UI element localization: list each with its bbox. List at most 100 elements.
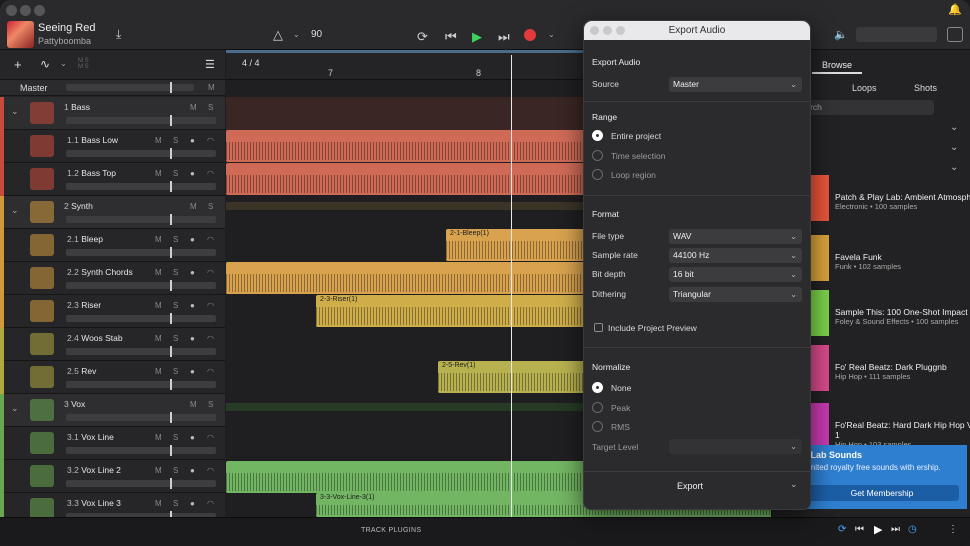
track-row[interactable]: 3.2 Vox Line 2 M S ● ◠ bbox=[0, 460, 225, 493]
minimize-window-button[interactable] bbox=[20, 5, 31, 16]
target-level-select[interactable]: ⌄ bbox=[669, 439, 802, 454]
mute-button[interactable]: M bbox=[155, 466, 162, 475]
range-loop-region-radio[interactable] bbox=[592, 169, 603, 180]
range-entire-project-radio[interactable] bbox=[592, 130, 603, 141]
loop-icon[interactable]: ⟳ bbox=[417, 29, 428, 45]
record-arm-icon[interactable]: ● bbox=[190, 499, 195, 508]
track-volume-fader[interactable] bbox=[66, 313, 216, 324]
dialog-zoom-button[interactable] bbox=[616, 26, 625, 35]
solo-button[interactable]: S bbox=[173, 367, 178, 376]
track-volume-fader[interactable] bbox=[66, 412, 216, 423]
track-volume-fader[interactable] bbox=[66, 148, 216, 159]
filter-icon[interactable]: ☰ bbox=[205, 58, 215, 71]
playhead[interactable] bbox=[511, 55, 512, 517]
search-input[interactable]: rch bbox=[804, 100, 934, 115]
sample-pack-item[interactable]: Sample This: 100 One-Shot Impact FX Foley… bbox=[835, 307, 970, 327]
record-arm-icon[interactable]: ● bbox=[190, 301, 195, 310]
record-arm-icon[interactable]: ● bbox=[190, 433, 195, 442]
filter-chevron-1-icon[interactable]: ⌄ bbox=[950, 122, 958, 133]
dithering-select[interactable]: Triangular ⌄ bbox=[669, 287, 802, 302]
metronome-chevron-icon[interactable]: ⌄ bbox=[293, 30, 300, 39]
track-row[interactable]: 1.1 Bass Low M S ● ◠ bbox=[0, 130, 225, 163]
mute-button[interactable]: M bbox=[155, 433, 162, 442]
dialog-close-button[interactable] bbox=[590, 26, 599, 35]
track-name[interactable]: 3.2 Vox Line 2 bbox=[67, 465, 121, 475]
track-row[interactable]: 2.4 Woos Stab M S ● ◠ bbox=[0, 328, 225, 361]
record-button[interactable] bbox=[524, 29, 536, 41]
solo-button[interactable]: S bbox=[173, 466, 178, 475]
tempo-value[interactable]: 90 bbox=[311, 29, 322, 40]
record-chevron-icon[interactable]: ⌄ bbox=[548, 30, 555, 39]
preview-forward-icon[interactable]: ⏭ bbox=[891, 524, 900, 535]
browse-tab[interactable]: Browse bbox=[822, 60, 852, 70]
export-button[interactable]: Export bbox=[584, 481, 796, 491]
mute-button[interactable]: M bbox=[155, 169, 162, 178]
record-arm-icon[interactable]: ● bbox=[190, 334, 195, 343]
filter-chevron-3-icon[interactable]: ⌄ bbox=[950, 162, 958, 173]
shots-tab[interactable]: Shots bbox=[914, 83, 937, 93]
mute-button[interactable]: M bbox=[155, 367, 162, 376]
automation-icon[interactable]: ∿ bbox=[40, 57, 50, 71]
solo-button[interactable]: S bbox=[173, 169, 178, 178]
preview-loop-icon[interactable]: ⟳ bbox=[838, 524, 846, 535]
source-select[interactable]: Master ⌄ bbox=[669, 77, 802, 92]
export-options-chevron-icon[interactable]: ⌄ bbox=[790, 479, 798, 490]
track-row[interactable]: 2.1 Bleep M S ● ◠ bbox=[0, 229, 225, 262]
mute-button[interactable]: M bbox=[190, 103, 197, 112]
track-volume-fader[interactable] bbox=[66, 346, 216, 357]
preview-back-icon[interactable]: ⏮ bbox=[855, 524, 864, 535]
track-row[interactable]: ⌄ 2 Synth M S bbox=[0, 196, 225, 229]
preview-play-icon[interactable]: ▶ bbox=[874, 523, 882, 536]
dialog-minimize-button[interactable] bbox=[603, 26, 612, 35]
metronome-icon[interactable]: △ bbox=[273, 27, 283, 43]
notification-bell-icon[interactable]: 🔔 bbox=[948, 3, 962, 16]
normalize-peak-radio[interactable] bbox=[592, 402, 603, 413]
record-arm-icon[interactable]: ● bbox=[190, 367, 195, 376]
solo-button[interactable]: S bbox=[173, 499, 178, 508]
song-artwork[interactable] bbox=[7, 21, 34, 48]
add-track-icon[interactable]: + bbox=[14, 57, 22, 72]
track-row[interactable]: ⌄ 3 Vox M S bbox=[0, 394, 225, 427]
record-arm-icon[interactable]: ● bbox=[190, 466, 195, 475]
preview-sync-icon[interactable]: ◷ bbox=[908, 524, 917, 535]
track-volume-fader[interactable] bbox=[66, 214, 216, 225]
solo-button[interactable]: S bbox=[173, 334, 178, 343]
master-volume-slider[interactable] bbox=[856, 27, 937, 42]
track-name[interactable]: 3 Vox bbox=[64, 399, 85, 409]
record-arm-icon[interactable]: ● bbox=[190, 268, 195, 277]
record-arm-icon[interactable]: ● bbox=[190, 235, 195, 244]
solo-button[interactable]: S bbox=[208, 103, 213, 112]
track-row[interactable]: 2.2 Synth Chords M S ● ◠ bbox=[0, 262, 225, 295]
filter-chevron-2-icon[interactable]: ⌄ bbox=[950, 142, 958, 153]
sample-pack-item[interactable]: Patch & Play Lab: Ambient Atmosphere Elec… bbox=[835, 192, 970, 212]
monitor-icon[interactable]: ◠ bbox=[207, 136, 214, 145]
skip-back-icon[interactable]: ⏮ bbox=[445, 29, 457, 45]
solo-button[interactable]: S bbox=[208, 400, 213, 409]
track-name[interactable]: 3.1 Vox Line bbox=[67, 432, 114, 442]
track-volume-fader[interactable] bbox=[66, 181, 216, 192]
timeline-ruler[interactable]: 4 / 4 7 8 bbox=[226, 50, 584, 80]
track-name[interactable]: 1.2 Bass Top bbox=[67, 168, 116, 178]
track-row[interactable]: 1.2 Bass Top M S ● ◠ bbox=[0, 163, 225, 196]
file-type-select[interactable]: WAV ⌄ bbox=[669, 229, 802, 244]
mute-button[interactable]: M bbox=[155, 136, 162, 145]
zoom-window-button[interactable] bbox=[34, 5, 45, 16]
automation-chevron-icon[interactable]: ⌄ bbox=[60, 59, 67, 68]
track-volume-fader[interactable] bbox=[66, 379, 216, 390]
monitor-icon[interactable]: ◠ bbox=[207, 301, 214, 310]
record-arm-icon[interactable]: ● bbox=[190, 169, 195, 178]
range-time-selection-radio[interactable] bbox=[592, 150, 603, 161]
solo-button[interactable]: S bbox=[173, 433, 178, 442]
track-name[interactable]: 2 Synth bbox=[64, 201, 93, 211]
play-icon[interactable]: ▶ bbox=[472, 29, 482, 45]
mute-button[interactable]: M bbox=[155, 301, 162, 310]
track-row[interactable]: 3.1 Vox Line M S ● ◠ bbox=[0, 427, 225, 460]
track-row[interactable]: 2.3 Riser M S ● ◠ bbox=[0, 295, 225, 328]
master-fader[interactable] bbox=[66, 82, 194, 93]
solo-button[interactable]: S bbox=[208, 202, 213, 211]
track-volume-fader[interactable] bbox=[66, 115, 216, 126]
solo-button[interactable]: S bbox=[173, 136, 178, 145]
track-volume-fader[interactable] bbox=[66, 280, 216, 291]
monitor-icon[interactable]: ◠ bbox=[207, 433, 214, 442]
solo-button[interactable]: S bbox=[173, 268, 178, 277]
